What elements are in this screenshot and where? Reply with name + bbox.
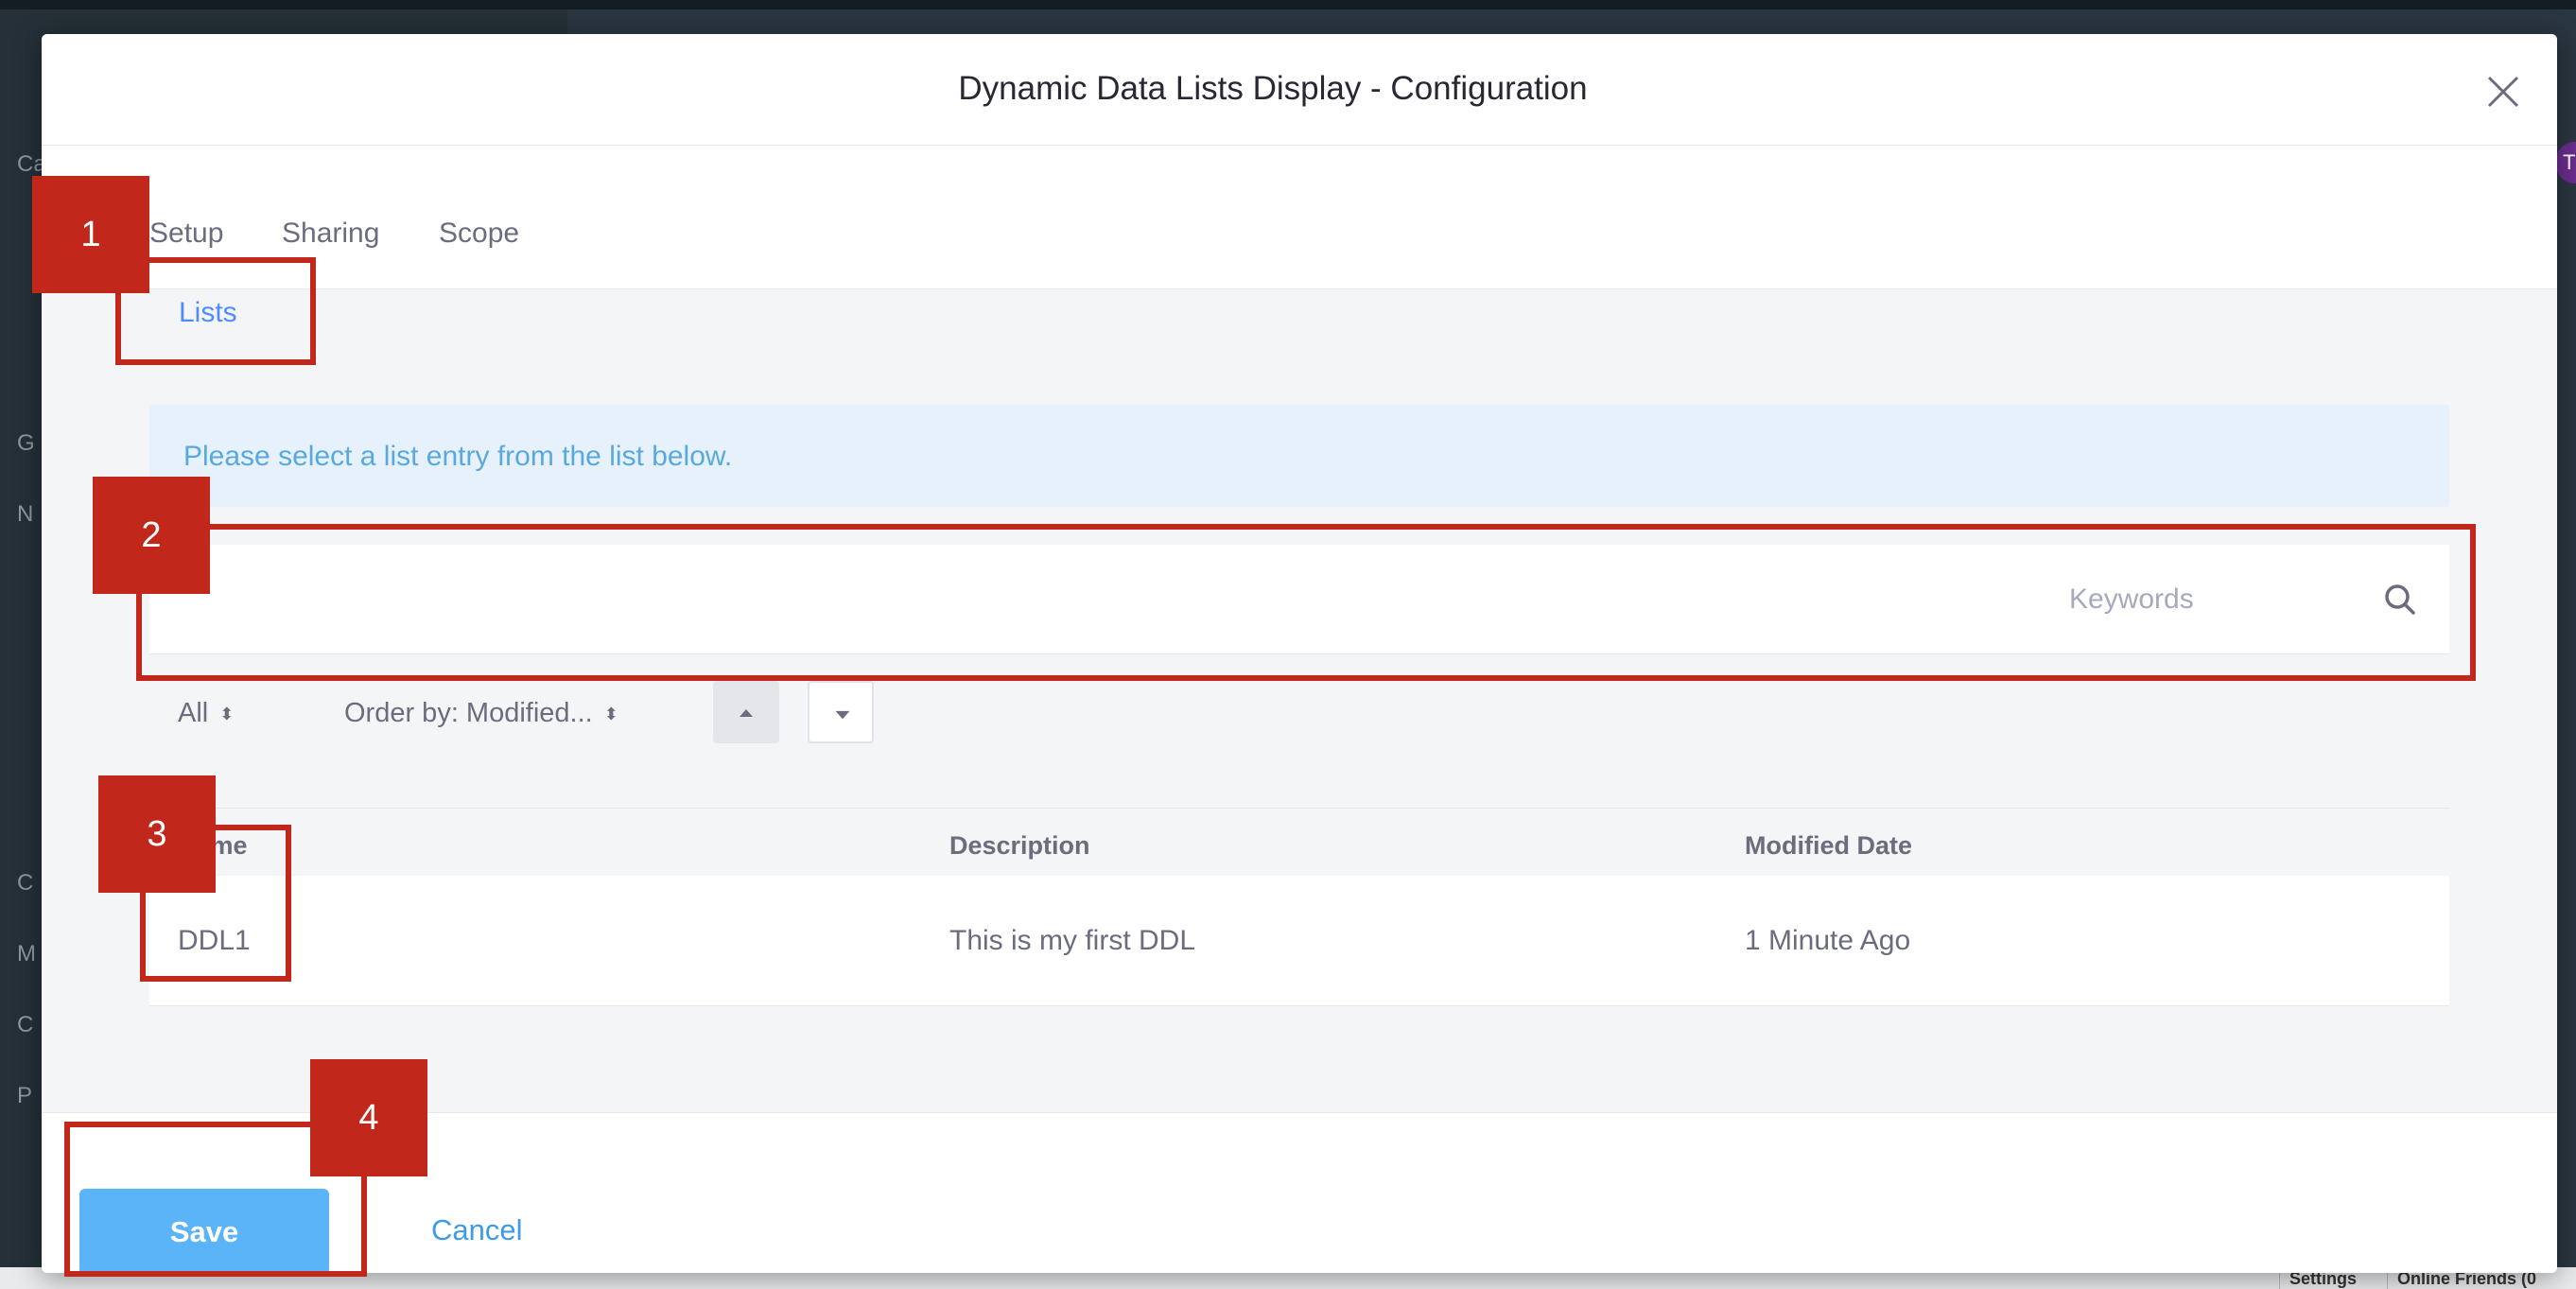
- bg-sidebar-text: N: [17, 501, 34, 527]
- bg-sidebar-text: G: [17, 430, 35, 456]
- annotation-badge-4: 4: [310, 1059, 427, 1176]
- tab-setup[interactable]: Setup: [149, 218, 223, 250]
- sort-descending-button[interactable]: [808, 681, 874, 743]
- close-icon: [2487, 76, 2519, 108]
- filter-all-dropdown[interactable]: All ⬍: [178, 698, 234, 729]
- info-alert: Please select a list entry from the list…: [149, 405, 2449, 507]
- filter-all-label: All: [178, 698, 209, 728]
- background-topbar: [0, 0, 2576, 9]
- tab-scope[interactable]: Scope: [439, 218, 519, 250]
- tabs-bar: Setup Sharing Scope: [42, 146, 2557, 289]
- row-description: This is my first DDL: [949, 925, 1196, 956]
- bg-sidebar-text: C: [17, 870, 34, 896]
- updown-icon: ⬍: [219, 704, 235, 723]
- table-row[interactable]: DDL1 This is my first DDL 1 Minute Ago: [149, 876, 2449, 1006]
- info-text: Please select a list entry from the list…: [183, 441, 733, 472]
- annotation-box-2: [136, 524, 2476, 681]
- column-header-modified-date[interactable]: Modified Date: [1745, 831, 1912, 861]
- annotation-badge-3: 3: [98, 775, 216, 893]
- cancel-button[interactable]: Cancel: [431, 1213, 523, 1247]
- table-header: Name Description Modified Date: [149, 808, 2449, 876]
- updown-icon: ⬍: [603, 704, 618, 723]
- sort-ascending-button[interactable]: [713, 681, 779, 743]
- order-by-label: Order by: Modified...: [344, 698, 593, 728]
- modal-header: Dynamic Data Lists Display - Configurati…: [42, 34, 2557, 146]
- annotation-badge-1: 1: [32, 176, 149, 293]
- column-header-description[interactable]: Description: [949, 831, 1090, 861]
- caret-down-icon: [835, 710, 850, 720]
- modal-title: Dynamic Data Lists Display - Configurati…: [958, 70, 1588, 107]
- order-by-dropdown[interactable]: Order by: Modified... ⬍: [344, 698, 618, 729]
- row-modified-date: 1 Minute Ago: [1745, 925, 1911, 956]
- bg-sidebar-text: P: [17, 1083, 33, 1108]
- filter-bar: All ⬍ Order by: Modified... ⬍: [149, 673, 2449, 760]
- bg-sidebar-text: M: [17, 941, 36, 967]
- bg-sidebar-text: C: [17, 1012, 34, 1037]
- caret-up-icon: [740, 709, 753, 717]
- close-button[interactable]: [2481, 70, 2525, 113]
- annotation-badge-2: 2: [93, 477, 210, 594]
- tab-sharing[interactable]: Sharing: [282, 218, 379, 250]
